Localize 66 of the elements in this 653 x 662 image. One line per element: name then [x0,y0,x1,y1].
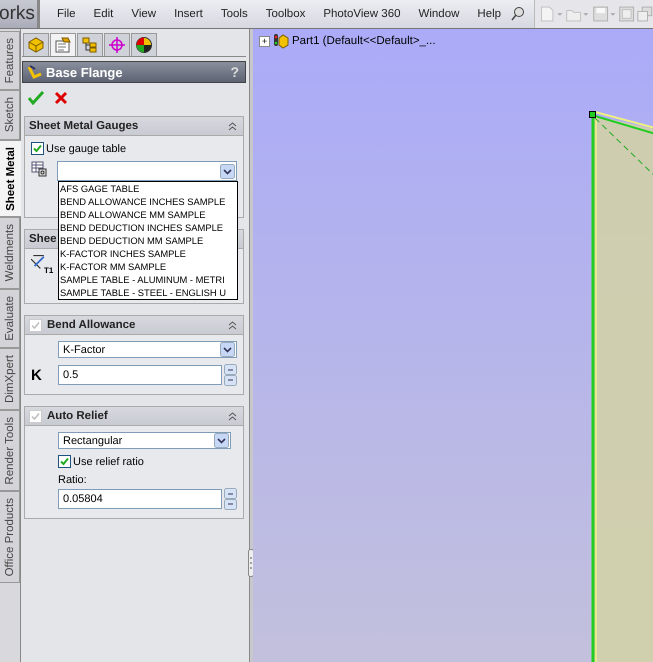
group-checkbox[interactable] [29,410,42,422]
base-flange-icon [27,64,43,80]
side-tab[interactable]: Office Products [0,491,20,584]
table-icon [31,161,47,177]
panel-title: Base Flange [46,64,124,80]
feature-tree-icon [27,36,45,54]
menu-item[interactable]: Tools [212,8,257,20]
dropdown-option[interactable]: K-FACTOR INCHES SAMPLE [59,247,237,260]
group-title: Auto Relief [47,410,108,422]
menu-item[interactable]: PhotoView 360 [314,8,410,20]
side-tab[interactable]: Features [0,31,20,90]
color-ball-icon [135,36,153,54]
menu-item[interactable]: Window [410,8,468,20]
group-checkbox[interactable] [29,318,42,332]
spin-buttons-icon[interactable] [224,488,237,510]
menu-item[interactable]: Insert [165,8,212,20]
ok-check-icon[interactable] [28,91,44,105]
panel-tab[interactable] [50,33,76,56]
dropdown-option[interactable]: BEND ALLOWANCE INCHES SAMPLE [59,195,237,208]
dropdown-option[interactable]: K-FACTOR MM SAMPLE [59,260,237,273]
side-tab[interactable]: Weldments [0,217,20,289]
group-title: Bend Allowance [47,319,136,331]
collapse-icon[interactable] [228,122,237,130]
group-title: Shee [29,233,56,245]
menu-item[interactable]: Edit [84,8,122,20]
tree-expander[interactable]: + [259,36,270,46]
dropdown-option[interactable]: BEND DEDUCTION MM SAMPLE [59,234,237,247]
crosshair-icon [108,36,126,54]
side-tab[interactable]: Evaluate [0,288,20,348]
checkbox[interactable] [58,455,71,468]
group-title: Sheet Metal Gauges [29,120,138,132]
menu-item[interactable]: View [122,8,166,20]
dropdown-option[interactable]: BEND DEDUCTION INCHES SAMPLE [59,221,237,234]
menu-item[interactable]: Toolbox [256,8,314,20]
collapse-icon[interactable] [228,320,237,330]
panel-tab[interactable] [77,33,103,56]
ratio-field[interactable]: 0.05804 [58,489,222,509]
spin-buttons-icon[interactable] [224,364,237,386]
ratio-label: Ratio: [58,474,88,486]
menu-item[interactable]: Help [468,8,510,20]
side-tab[interactable]: DimXpert [0,348,20,410]
checkbox-label: Use gauge table [46,142,126,154]
property-sheet-icon [54,36,72,54]
panel-tab[interactable] [131,33,157,56]
app-title: orks [0,3,35,25]
checkbox[interactable] [31,142,44,155]
dropdown-option[interactable]: BEND ALLOWANCE MM SAMPLE [59,208,237,221]
relief-type-select[interactable]: Rectangular [58,432,231,449]
checkbox-label: Use relief ratio [73,456,144,468]
thickness-dimension-icon [31,255,45,269]
collapse-icon[interactable] [228,412,237,420]
side-tab[interactable]: Render Tools [0,410,20,492]
side-tab[interactable]: Sheet Metal [0,140,22,218]
cancel-x-icon[interactable] [54,91,68,105]
bend-allowance-select[interactable]: K-Factor [58,341,237,358]
dropdown-option[interactable]: SAMPLE TABLE - ALUMINUM - METRI [59,273,237,286]
k-factor-label: K [31,366,43,384]
tree-item-label[interactable]: Part1 (Default<<Default>_... [292,35,436,47]
configuration-tree-icon [81,36,99,54]
dropdown-option[interactable]: SAMPLE TABLE - STEEL - ENGLISH U [59,286,237,299]
menu-item[interactable]: File [48,8,85,20]
side-tab[interactable]: Sketch [0,90,20,140]
k-factor-field[interactable]: 0.5 [58,365,222,385]
dropdown-option[interactable]: AFS GAGE TABLE [59,182,237,195]
part-icon [273,33,289,49]
thickness-label: T1 [44,266,54,275]
